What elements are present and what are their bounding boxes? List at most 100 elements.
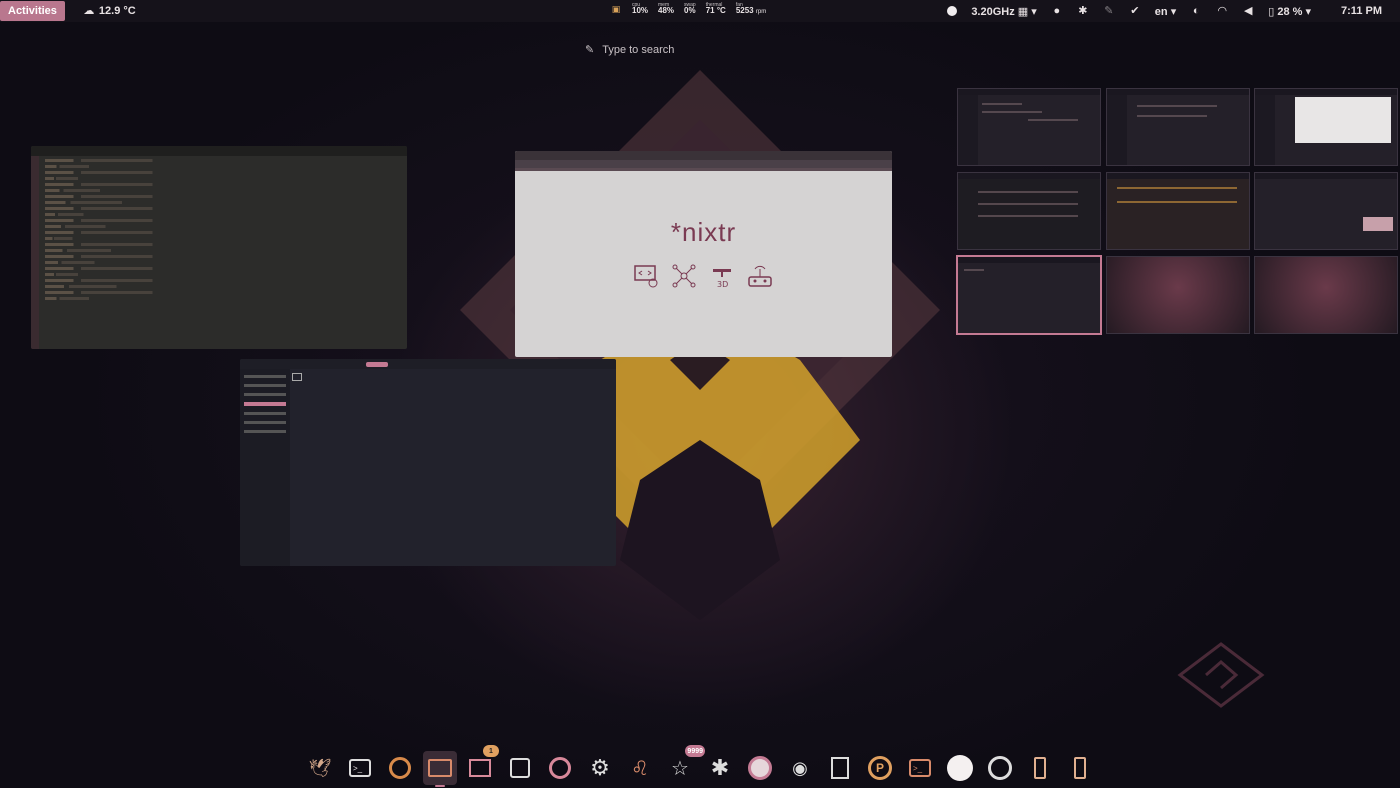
top-bar: Activities ☁ 12.9 °C ▣ cpu 10% mem 48% swa… [0, 0, 1400, 22]
files-path-pill[interactable] [366, 361, 388, 367]
dock-software[interactable] [503, 751, 537, 785]
files-window[interactable] [240, 359, 616, 566]
dock-files[interactable] [423, 751, 457, 787]
contacts-icon [831, 757, 849, 779]
search-placeholder: Type to search [602, 43, 675, 56]
corner-logo [1177, 642, 1265, 708]
files-titlebar[interactable] [240, 359, 616, 369]
workspace-thumb[interactable] [1254, 88, 1398, 166]
sidebar-item[interactable] [244, 430, 286, 433]
dock-p-app[interactable]: P [863, 751, 897, 785]
browser-window[interactable]: *nixtr 3D [515, 151, 892, 357]
system-monitor[interactable]: ▣ cpu 10% mem 48% swap 0% thermal 71 °C fan 5… [610, 2, 766, 15]
mail-badge: 1 [483, 745, 499, 757]
clock[interactable]: 7:11 PM [1341, 5, 1382, 17]
mail-icon [469, 759, 491, 777]
dock-firefox[interactable] [383, 751, 417, 785]
chevron-down-icon: ▾ [1305, 5, 1312, 18]
battery-indicator[interactable]: ▯ 28 % ▾ [1268, 5, 1311, 18]
workspace-thumb[interactable] [1106, 172, 1250, 250]
browser-tabbar[interactable] [515, 151, 892, 160]
dock-brave[interactable]: ♌ [623, 751, 657, 785]
site-logo: *nixtr [670, 217, 737, 247]
workspace-thumb[interactable] [1106, 88, 1250, 166]
sidebar-item[interactable] [244, 421, 286, 424]
p-circle-icon: P [868, 756, 892, 780]
star-icon: ☆ [671, 757, 689, 780]
workspace-thumb[interactable] [1106, 256, 1250, 334]
lion-icon: ♌ [631, 757, 649, 780]
check-circle-icon[interactable]: ✔ [1129, 5, 1141, 17]
code-monitor-icon[interactable] [633, 263, 659, 289]
dock-bird-app[interactable]: 🕊 [303, 751, 337, 785]
gear-icon: ⚙ [590, 755, 610, 780]
dock-contacts[interactable] [823, 751, 857, 785]
shopping-bag-icon [510, 758, 530, 778]
dock-ring-app[interactable] [543, 751, 577, 785]
dock-usb-1[interactable] [1023, 751, 1057, 785]
dock-slack[interactable]: ✱ [703, 751, 737, 785]
cpu-freq[interactable]: 3.20GHz ▦ ▾ [971, 5, 1036, 18]
workspace-thumb[interactable] [957, 172, 1101, 250]
dock-terminal[interactable]: >_ [343, 751, 377, 785]
weather-indicator[interactable]: ☁ 12.9 °C [83, 5, 136, 17]
app-circle-icon [748, 756, 772, 780]
editor-titlebar[interactable] [31, 146, 407, 156]
night-light-icon[interactable]: ◐ [1190, 5, 1202, 17]
editor-window[interactable] [31, 146, 407, 349]
bird-icon: 🕊 [308, 757, 332, 778]
sidebar-item[interactable] [244, 393, 286, 396]
workspace-thumb[interactable] [1254, 172, 1398, 250]
dock-mail[interactable]: 1 [463, 745, 499, 785]
terminal-icon: >_ [909, 759, 931, 777]
router-icon[interactable] [747, 263, 773, 289]
discord-icon: ◉ [792, 757, 808, 778]
browser-bookmarks[interactable] [515, 168, 892, 171]
firefox-icon [389, 757, 411, 779]
mem-stat: mem 48% [658, 2, 675, 15]
sidebar-item[interactable] [244, 412, 286, 415]
search-entry[interactable]: ✎ Type to search [585, 43, 675, 57]
dock-settings[interactable]: ⚙ [583, 751, 617, 785]
app-white-icon [947, 755, 973, 781]
files-sidebar [240, 369, 290, 566]
weather-icon: ☁ [83, 5, 95, 17]
sidebar-item[interactable] [244, 384, 286, 387]
language-selector[interactable]: en ▾ [1155, 5, 1176, 18]
sidebar-item[interactable] [244, 375, 286, 378]
thermal-stat: thermal 71 °C [705, 2, 726, 15]
ring-icon [549, 757, 571, 779]
folder-icon [428, 759, 452, 777]
usb-drive-icon [1074, 757, 1086, 779]
folder-icon[interactable] [292, 373, 302, 381]
dock-disk-app[interactable] [983, 751, 1017, 785]
fan-stat: fan 5253 rpm [735, 2, 767, 15]
activities-button[interactable]: Activities [0, 1, 65, 21]
workspace-thumb-active[interactable] [956, 255, 1102, 335]
usb-drive-icon [1034, 757, 1046, 779]
chevron-down-icon: ▾ [1031, 5, 1037, 18]
chat-icon[interactable]: ● [1051, 5, 1063, 17]
workspace-thumb[interactable] [957, 88, 1101, 166]
dock-discord[interactable]: ◉ [783, 751, 817, 785]
status-dot-icon[interactable] [947, 6, 958, 16]
weather-temp: 12.9 °C [98, 5, 136, 17]
dock-starred-app[interactable]: ☆ 9999 [663, 745, 705, 785]
dock-usb-2[interactable] [1063, 751, 1097, 785]
dock-terminal-2[interactable]: >_ [903, 751, 937, 785]
status-tray: 3.20GHz ▦ ▾ ● ✱ ✎ ✔ en ▾ ◐ ◠ ◀ ▯ 28 % ▾ … [947, 0, 1400, 22]
wifi-icon[interactable]: ◠ [1216, 5, 1228, 17]
printer-3d-icon[interactable]: 3D [709, 263, 735, 289]
network-icon[interactable] [671, 263, 697, 289]
workspace-thumb[interactable] [1254, 256, 1398, 334]
slack-icon[interactable]: ✱ [1077, 5, 1089, 17]
feather-icon[interactable]: ✎ [1103, 5, 1115, 17]
slack-icon: ✱ [710, 755, 730, 780]
sidebar-item-active[interactable] [244, 402, 286, 406]
site-icons: 3D [633, 263, 773, 289]
volume-icon[interactable]: ◀ [1242, 5, 1254, 17]
dock-white-app[interactable] [943, 751, 977, 785]
dock-app-circle[interactable] [743, 751, 777, 785]
terminal-icon: >_ [349, 759, 371, 777]
browser-urlbar[interactable] [515, 160, 892, 168]
